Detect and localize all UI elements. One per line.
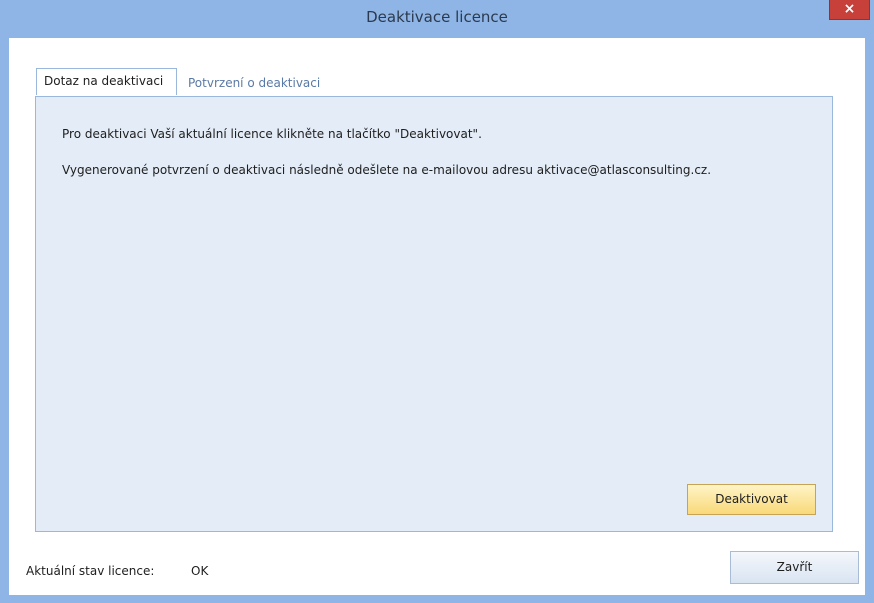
email-instruction-text: Vygenerované potvrzení o deaktivaci násl… xyxy=(62,163,712,177)
tab-deactivation-confirmation[interactable]: Potvrzení o deaktivaci xyxy=(181,71,361,97)
license-status-value: OK xyxy=(191,564,209,578)
deactivate-button[interactable]: Deaktivovat xyxy=(687,484,816,515)
instruction-text: Pro deaktivaci Vaší aktuální licence kli… xyxy=(62,127,482,141)
window-title: Deaktivace licence xyxy=(366,8,508,26)
close-icon[interactable]: × xyxy=(829,0,870,20)
tab-deactivation-request[interactable]: Dotaz na deaktivaci xyxy=(36,68,177,95)
dialog-content: Dotaz na deaktivaci Potvrzení o deaktiva… xyxy=(9,38,865,595)
license-status-label: Aktuální stav licence: xyxy=(26,564,155,578)
close-button[interactable]: Zavřít xyxy=(730,551,859,584)
tab-panel: Pro deaktivaci Vaší aktuální licence kli… xyxy=(35,96,833,532)
dialog-window: Deaktivace licence × Dotaz na deaktivaci… xyxy=(0,0,874,603)
title-bar[interactable]: Deaktivace licence × xyxy=(0,0,874,38)
